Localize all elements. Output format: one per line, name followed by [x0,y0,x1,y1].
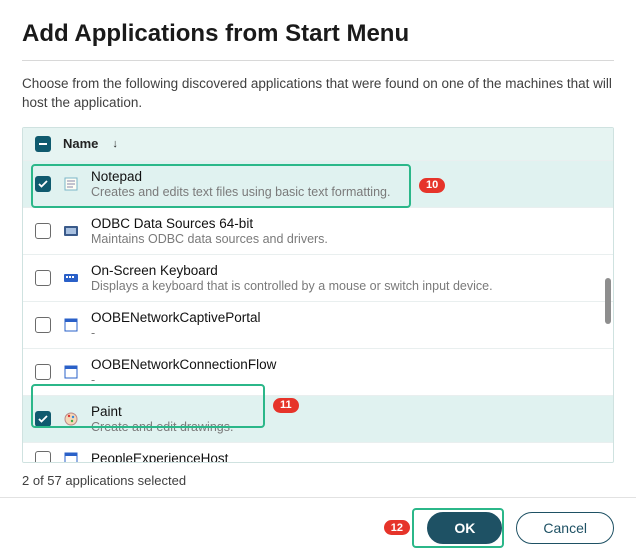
odbc-icon [63,223,79,239]
window-icon [63,317,79,333]
divider [22,60,614,61]
app-description: Maintains ODBC data sources and drivers. [91,232,328,246]
paint-icon [63,411,79,427]
app-name: PeopleExperienceHost [91,451,228,462]
dialog-title: Add Applications from Start Menu [22,20,614,48]
app-name: ODBC Data Sources 64-bit [91,216,328,231]
app-name: Paint [91,404,233,419]
app-name: OOBENetworkConnectionFlow [91,357,276,372]
highlight-12 [412,508,504,548]
app-description: Create and edit drawings. [91,420,233,434]
row-checkbox[interactable] [35,451,51,462]
annotation-badge-11: 11 [273,398,299,413]
keyboard-icon [63,270,79,286]
column-name-header[interactable]: Name [63,136,98,151]
app-description: - [91,373,276,387]
dialog-intro: Choose from the following discovered app… [22,75,614,113]
table-row[interactable]: PeopleExperienceHost [23,442,613,462]
table-row[interactable]: Paint Create and edit drawings. [23,395,613,442]
cancel-button[interactable]: Cancel [516,512,614,544]
annotation-badge-12: 12 [384,520,410,535]
table-body: Notepad Creates and edits text files usi… [23,160,613,462]
selection-status: 2 of 57 applications selected [22,473,614,488]
notepad-icon [63,176,79,192]
table-row[interactable]: ODBC Data Sources 64-bit Maintains ODBC … [23,207,613,254]
row-checkbox[interactable] [35,223,51,239]
table-row[interactable]: OOBENetworkConnectionFlow - [23,348,613,395]
annotation-badge-10: 10 [419,178,445,193]
table-header[interactable]: Name ↓ [23,128,613,160]
applications-table: Name ↓ Notepad Creates and edits text fi… [22,127,614,463]
dialog-footer: 12 OK Cancel [0,497,636,558]
select-all-checkbox[interactable] [35,136,51,152]
table-row[interactable]: OOBENetworkCaptivePortal - [23,301,613,348]
sort-arrow-icon[interactable]: ↓ [112,138,118,150]
app-name: On-Screen Keyboard [91,263,493,278]
scrollbar-thumb[interactable] [605,278,611,324]
app-name: Notepad [91,169,390,184]
row-checkbox[interactable] [35,317,51,333]
window-icon [63,364,79,380]
row-checkbox[interactable] [35,411,51,427]
app-description: Creates and edits text files using basic… [91,185,390,199]
app-description: - [91,326,261,340]
app-description: Displays a keyboard that is controlled b… [91,279,493,293]
table-row[interactable]: Notepad Creates and edits text files usi… [23,160,613,207]
table-row[interactable]: On-Screen Keyboard Displays a keyboard t… [23,254,613,301]
window-icon [63,451,79,462]
app-name: OOBENetworkCaptivePortal [91,310,261,325]
row-checkbox[interactable] [35,176,51,192]
row-checkbox[interactable] [35,270,51,286]
row-checkbox[interactable] [35,364,51,380]
